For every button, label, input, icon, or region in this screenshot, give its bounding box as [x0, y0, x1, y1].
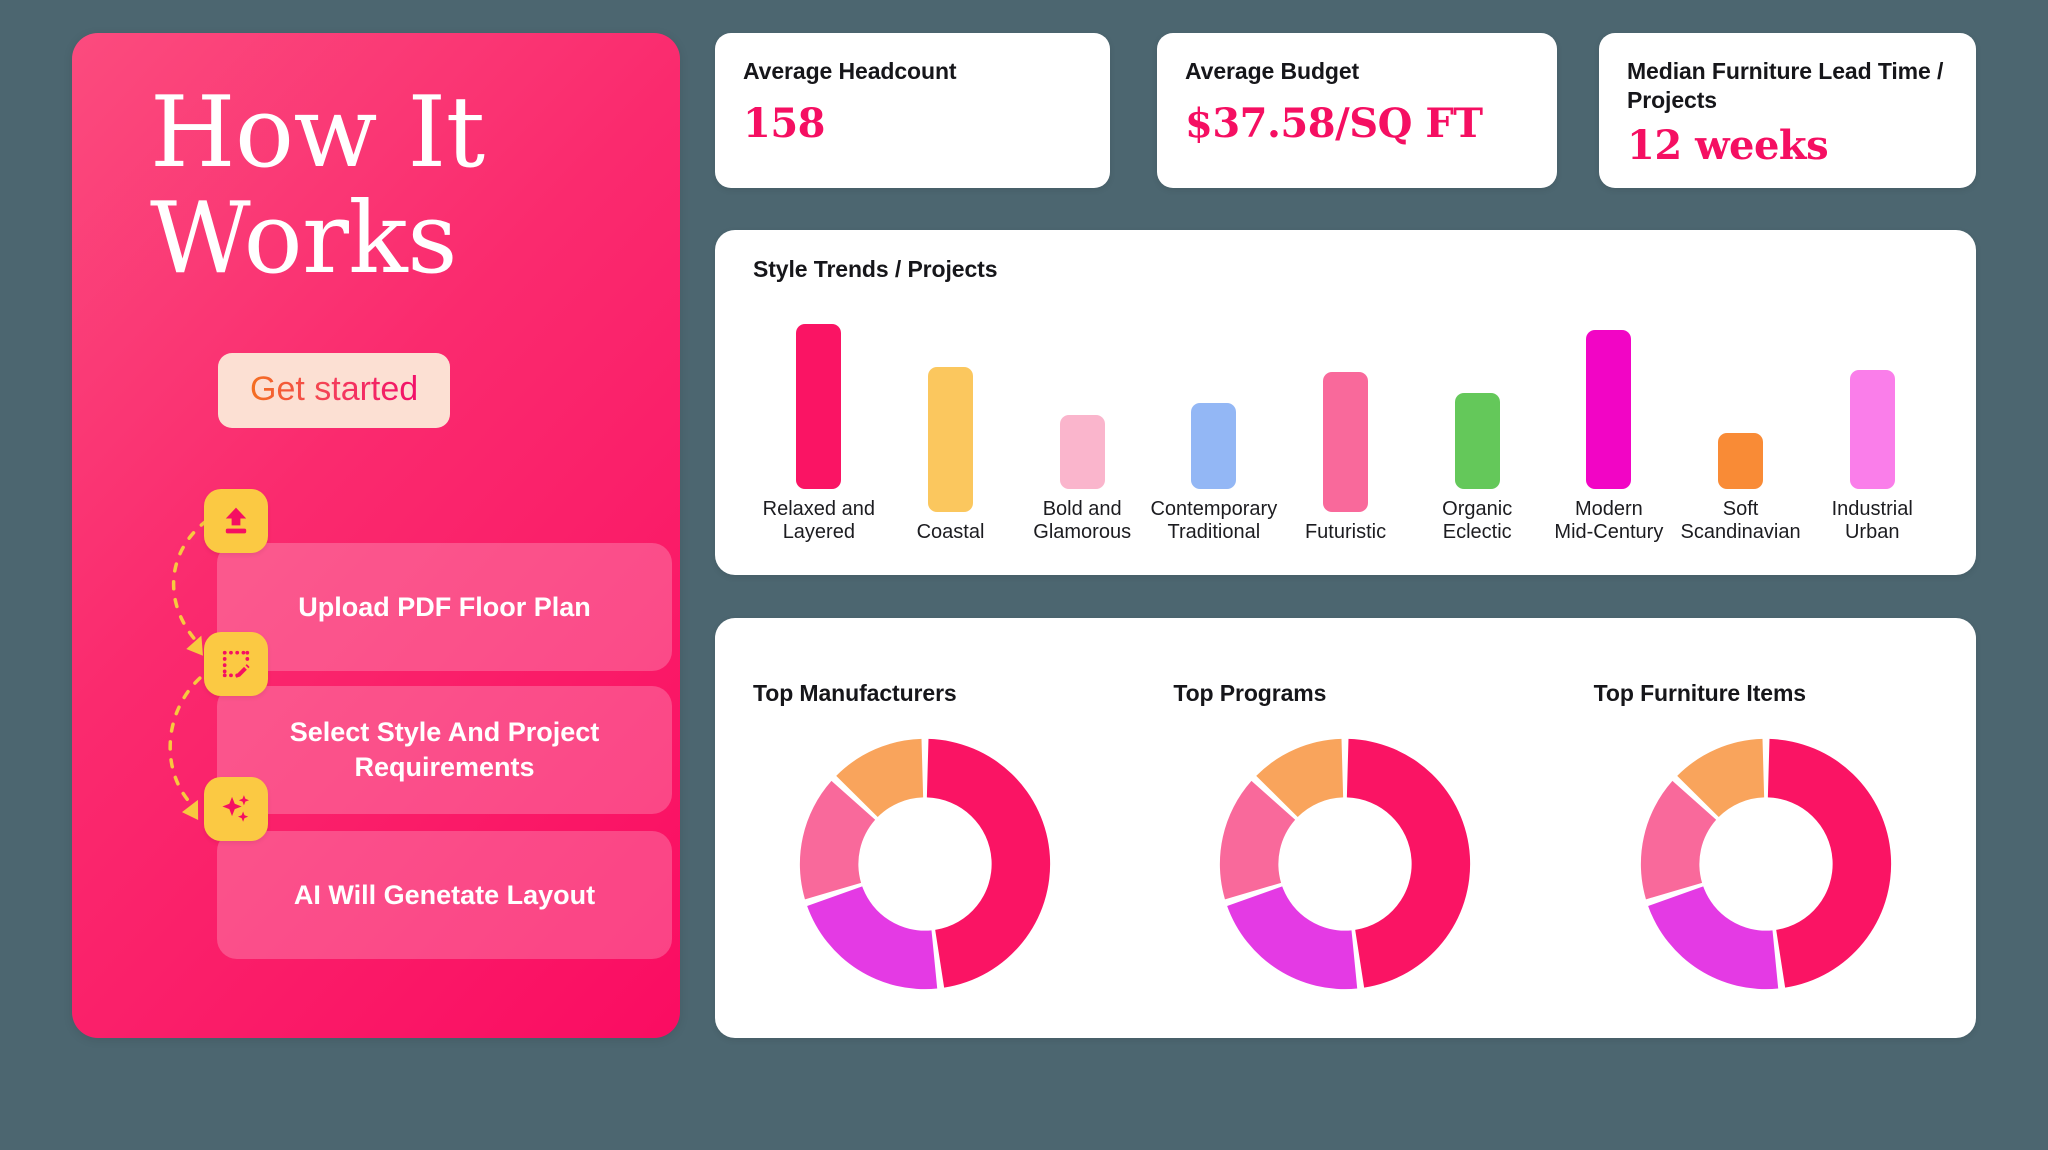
- bar-category-label: Bold and Glamorous: [1033, 497, 1132, 544]
- donut-segment[interactable]: [1767, 738, 1891, 988]
- bar[interactable]: [1454, 393, 1500, 489]
- style-trends-bar-chart: Relaxed and Layered Coastal Bold and Glamo…: [753, 300, 1938, 545]
- donut-svg: [800, 738, 1051, 990]
- bar-category-label: Modern Mid-Century: [1554, 497, 1664, 544]
- donut-chart-1: Top Manufacturers: [715, 680, 1135, 1030]
- bar[interactable]: [796, 323, 842, 489]
- bar-category-label: Coastal: [916, 521, 985, 544]
- donut-segment[interactable]: [927, 738, 1051, 988]
- dashboard-root: How It Works Get started Upload PDF Floo…: [0, 0, 2048, 1150]
- step-label: Upload PDF Floor Plan: [298, 591, 591, 622]
- bar-group: Bold and Glamorous: [1016, 300, 1148, 545]
- donut-chart-group: Top Manufacturers Top Programs Top Furnitu…: [715, 680, 1976, 1030]
- donut-svg: [1640, 738, 1891, 990]
- kpi-title: Median Furniture Lead Time / Projects: [1627, 58, 1944, 114]
- donut-chart-2: Top Programs: [1135, 680, 1555, 1030]
- bar-group: Relaxed and Layered: [753, 300, 885, 545]
- bar[interactable]: [1718, 432, 1764, 489]
- steps-list: Upload PDF Floor Plan Select Style And P…: [72, 33, 680, 1038]
- panel-title-style-trends: Style Trends / Projects: [753, 256, 998, 282]
- kpi-card-average-budget: Average Budget $37.58/SQ FT: [1157, 33, 1557, 188]
- bar-group: Modern Mid-Century: [1543, 300, 1675, 545]
- kpi-card-median-lead-time: Median Furniture Lead Time / Projects 12…: [1599, 33, 1976, 188]
- bar-group: Organic Eclectic: [1411, 300, 1543, 545]
- bar-group: Coastal: [885, 300, 1017, 545]
- bar-group: Contemporary Traditional: [1148, 300, 1280, 545]
- donut-title: Top Furniture Items: [1593, 680, 1807, 706]
- donut-title: Top Manufacturers: [753, 680, 957, 706]
- donut-segment[interactable]: [1227, 886, 1358, 990]
- bar-category-label: Futuristic: [1304, 521, 1387, 544]
- bar-group: Futuristic: [1280, 300, 1412, 545]
- bar-category-label: Industrial Urban: [1831, 497, 1913, 544]
- bar-category-label: Soft Scandinavian: [1680, 497, 1801, 544]
- bar-group: Soft Scandinavian: [1675, 300, 1807, 545]
- donut-segment[interactable]: [1347, 738, 1471, 988]
- bar-category-label: Organic Eclectic: [1442, 497, 1513, 544]
- upload-icon: [204, 489, 268, 553]
- donut-title: Top Programs: [1173, 680, 1327, 706]
- bar[interactable]: [1323, 372, 1369, 513]
- bar[interactable]: [928, 367, 973, 513]
- donut-segment[interactable]: [1647, 886, 1779, 990]
- bar[interactable]: [1849, 370, 1895, 489]
- kpi-value: 158: [743, 100, 826, 148]
- bar-group: Industrial Urban: [1806, 300, 1938, 545]
- how-it-works-panel: How It Works Get started Upload PDF Floo…: [72, 33, 680, 1038]
- donut-svg: [1220, 738, 1471, 990]
- donut-segment[interactable]: [807, 886, 938, 990]
- select-style-icon: [204, 632, 268, 696]
- bar[interactable]: [1191, 403, 1237, 489]
- bar[interactable]: [1586, 330, 1632, 489]
- bar-category-label: Contemporary Traditional: [1150, 497, 1278, 544]
- kpi-title: Average Headcount: [743, 58, 957, 84]
- kpi-value: 12 weeks: [1627, 121, 1829, 169]
- kpi-title: Average Budget: [1185, 58, 1360, 84]
- donut-chart-3: Top Furniture Items: [1556, 680, 1976, 1030]
- step-label: Select Style And Project Requirements: [289, 717, 600, 782]
- bar-category-label: Relaxed and Layered: [762, 497, 875, 544]
- top-breakdowns-panel: Top Manufacturers Top Programs Top Furnitu…: [715, 618, 1976, 1038]
- kpi-value: $37.58/SQ FT: [1185, 100, 1483, 148]
- style-trends-panel: Style Trends / Projects Relaxed and Laye…: [715, 230, 1976, 575]
- step-label: AI Will Genetate Layout: [293, 879, 596, 910]
- bar[interactable]: [1059, 414, 1105, 489]
- sparkles-icon: [204, 777, 268, 841]
- kpi-card-average-headcount: Average Headcount 158: [715, 33, 1110, 188]
